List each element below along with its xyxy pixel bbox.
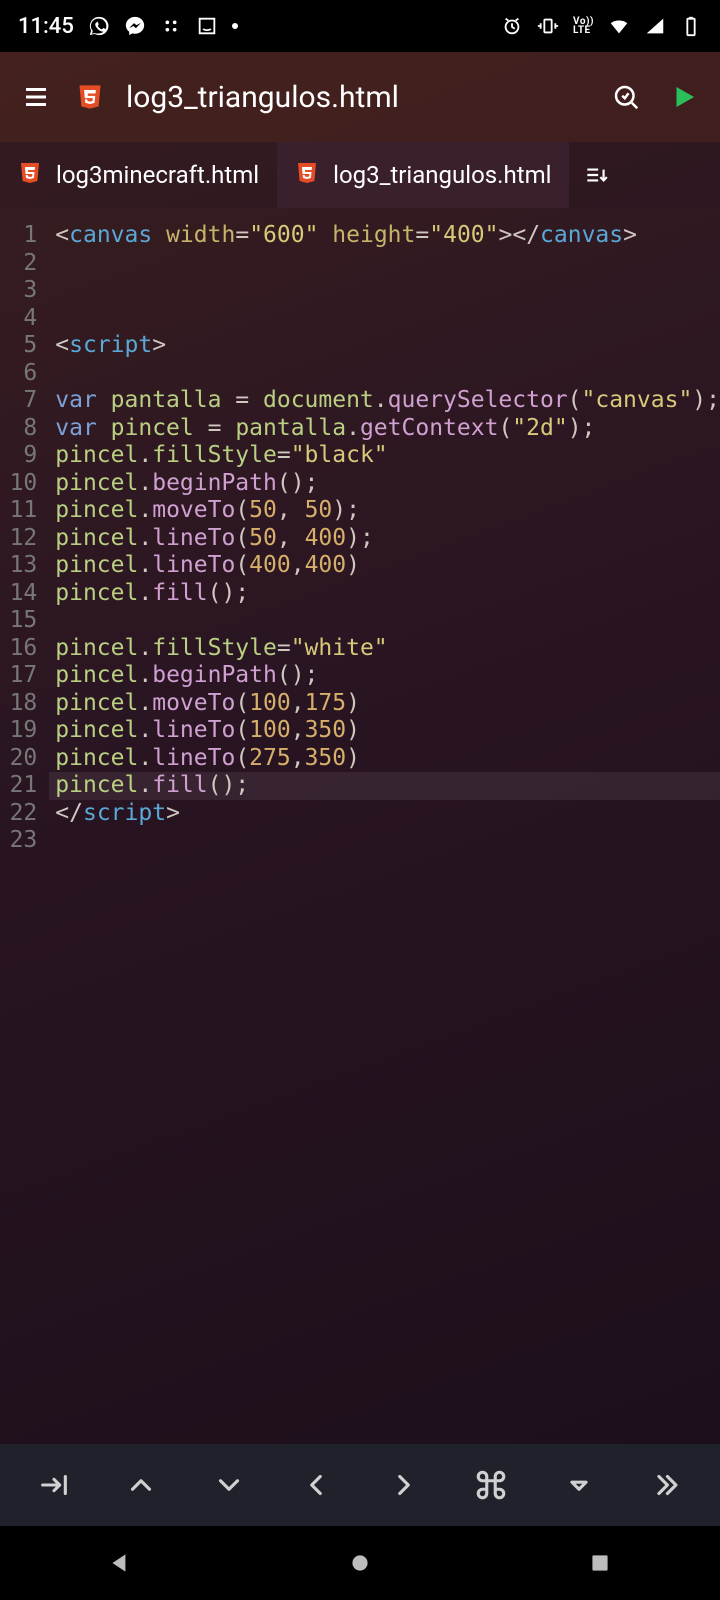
notification-dot-icon [232, 23, 238, 29]
code-line[interactable]: pincel.beginPath(); [55, 662, 720, 690]
nav-back-button[interactable] [100, 1543, 140, 1583]
app-title: log3_triangulos.html [126, 80, 586, 115]
code-line[interactable] [55, 827, 720, 855]
battery-icon [680, 15, 702, 37]
line-number: 13 [0, 552, 37, 580]
code-line[interactable]: pincel.lineTo(100,350) [55, 717, 720, 745]
more-button[interactable] [636, 1455, 696, 1515]
code-line[interactable] [55, 305, 720, 333]
code-line[interactable]: pincel.fillStyle="black" [55, 442, 720, 470]
tab-0[interactable]: log3minecraft.html [0, 142, 277, 208]
code-line[interactable]: <canvas width="600" height="400"></canva… [55, 222, 720, 250]
html5-icon [18, 161, 46, 189]
line-number: 22 [0, 800, 37, 828]
code-line[interactable]: pincel.fill(); [55, 580, 720, 608]
right-button[interactable] [374, 1455, 434, 1515]
code-line[interactable]: pincel.fillStyle="white" [55, 635, 720, 663]
line-gutter: 1234567891011121314151617181920212223 [0, 208, 49, 1444]
status-right: Vo)) LTE [501, 15, 702, 37]
wifi-icon [608, 15, 630, 37]
line-number: 5 [0, 332, 37, 360]
status-clock: 11:45 [18, 14, 74, 39]
command-button[interactable] [461, 1455, 521, 1515]
line-number: 11 [0, 497, 37, 525]
tab-1[interactable]: log3_triangulos.html [277, 142, 569, 208]
line-number: 1 [0, 222, 37, 250]
line-number: 4 [0, 305, 37, 333]
line-number: 23 [0, 827, 37, 855]
status-left: 11:45 [18, 14, 238, 39]
line-number: 18 [0, 690, 37, 718]
code-line[interactable]: pincel.lineTo(275,350) [55, 745, 720, 773]
tab-label: log3minecraft.html [56, 161, 259, 189]
inbox-icon [196, 15, 218, 37]
dropdown-button[interactable] [549, 1455, 609, 1515]
tab-bar: log3minecraft.html log3_triangulos.html [0, 142, 720, 208]
tab-key-button[interactable] [24, 1455, 84, 1515]
vibrate-icon [537, 15, 559, 37]
up-button[interactable] [111, 1455, 171, 1515]
line-number: 12 [0, 525, 37, 553]
run-button[interactable] [666, 79, 702, 115]
line-number: 21 [0, 772, 37, 800]
nav-recent-button[interactable] [580, 1543, 620, 1583]
code-line[interactable] [55, 250, 720, 278]
line-number: 15 [0, 607, 37, 635]
volte-icon: Vo)) LTE [573, 17, 594, 35]
line-number: 14 [0, 580, 37, 608]
line-number: 9 [0, 442, 37, 470]
left-button[interactable] [286, 1455, 346, 1515]
line-number: 19 [0, 717, 37, 745]
messenger-icon [124, 15, 146, 37]
code-line[interactable] [55, 607, 720, 635]
tab-overflow-button[interactable] [569, 142, 623, 208]
nav-home-button[interactable] [340, 1543, 380, 1583]
code-line[interactable]: pincel.lineTo(400,400) [55, 552, 720, 580]
code-line[interactable]: pincel.beginPath(); [55, 470, 720, 498]
find-button[interactable] [608, 79, 644, 115]
html5-icon [295, 161, 323, 189]
whatsapp-icon [88, 15, 110, 37]
menu-button[interactable] [18, 79, 54, 115]
code-line[interactable]: pincel.moveTo(50, 50); [55, 497, 720, 525]
code-editor[interactable]: 1234567891011121314151617181920212223 <c… [0, 208, 720, 1444]
line-number: 16 [0, 635, 37, 663]
line-number: 8 [0, 415, 37, 443]
line-number: 7 [0, 387, 37, 415]
code-line[interactable]: pincel.lineTo(50, 400); [55, 525, 720, 553]
code-line[interactable]: pincel.fill(); [49, 772, 720, 800]
app-bar: log3_triangulos.html [0, 52, 720, 142]
signal-icon [644, 15, 666, 37]
down-button[interactable] [199, 1455, 259, 1515]
line-number: 3 [0, 277, 37, 305]
line-number: 20 [0, 745, 37, 773]
alarm-icon [501, 15, 523, 37]
editor-toolbar [0, 1444, 720, 1526]
app-icon [160, 15, 182, 37]
line-number: 10 [0, 470, 37, 498]
code-line[interactable]: <script> [55, 332, 720, 360]
android-status-bar: 11:45 Vo)) LTE [0, 0, 720, 52]
line-number: 17 [0, 662, 37, 690]
tab-label: log3_triangulos.html [333, 161, 551, 189]
code-line[interactable]: pincel.moveTo(100,175) [55, 690, 720, 718]
code-line[interactable] [55, 360, 720, 388]
android-nav-bar [0, 1526, 720, 1600]
html5-icon [76, 83, 104, 111]
code-line[interactable]: var pantalla = document.querySelector("c… [55, 387, 720, 415]
code-line[interactable] [55, 277, 720, 305]
code-line[interactable]: var pincel = pantalla.getContext("2d"); [55, 415, 720, 443]
line-number: 2 [0, 250, 37, 278]
line-number: 6 [0, 360, 37, 388]
code-area[interactable]: <canvas width="600" height="400"></canva… [49, 208, 720, 1444]
code-line[interactable]: </script> [55, 800, 720, 828]
